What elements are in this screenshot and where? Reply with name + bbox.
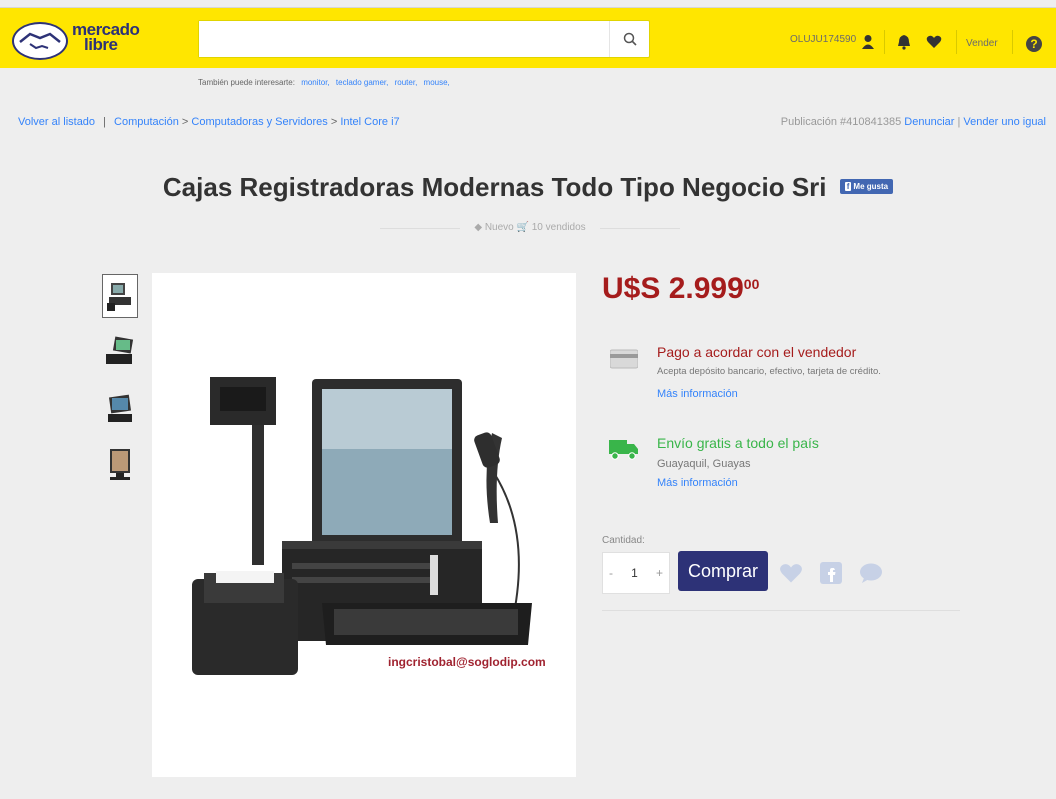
sell-link[interactable]: Vender bbox=[966, 38, 998, 49]
payment-subtitle: Acepta depósito bancario, efectivo, tarj… bbox=[657, 366, 881, 377]
suggestions-label: También puede interesarte: bbox=[198, 78, 295, 87]
kiosk-thumbnail bbox=[110, 449, 130, 480]
breadcrumb-item[interactable]: Intel Core i7 bbox=[340, 116, 399, 128]
pos-terminal-thumbnail bbox=[106, 336, 134, 364]
quantity-increment[interactable]: + bbox=[656, 566, 663, 580]
username: OLUJU174590 bbox=[790, 34, 857, 45]
publication-info: Publicación #410841385 Denunciar | Vende… bbox=[780, 116, 1046, 128]
thumbnail-4[interactable] bbox=[102, 442, 138, 486]
cart-icon: 🛒 bbox=[516, 222, 529, 233]
image-watermark: ingcristobal@soglodip.com bbox=[388, 655, 546, 669]
quantity-value[interactable]: 1 bbox=[631, 566, 638, 580]
user-menu[interactable]: OLUJU174590 bbox=[790, 34, 856, 45]
search-input[interactable] bbox=[199, 21, 609, 57]
heart-icon[interactable] bbox=[778, 560, 804, 586]
back-to-list-link[interactable]: Volver al listado bbox=[18, 116, 95, 128]
heart-icon[interactable] bbox=[924, 32, 944, 52]
product-title: Cajas Registradoras Modernas Todo Tipo N… bbox=[162, 172, 827, 202]
price-cents: 00 bbox=[743, 276, 760, 292]
touch-pos-thumbnail bbox=[108, 394, 132, 422]
mercadolibre-logo[interactable]: mercado libre bbox=[12, 21, 162, 62]
condition-label: Nuevo bbox=[484, 222, 514, 233]
quantity-label: Cantidad: bbox=[602, 535, 645, 546]
payment-title: Pago a acordar con el vendedor bbox=[657, 344, 857, 360]
sell-similar-link[interactable]: Vender uno igual bbox=[963, 116, 1046, 128]
image-thumbnails bbox=[102, 274, 142, 498]
payment-more-info-link[interactable]: Más información bbox=[657, 388, 738, 400]
logo-text: mercado libre bbox=[72, 21, 140, 54]
product-condition: ◆ Nuevo 🛒 10 vendidos bbox=[380, 222, 680, 233]
thumbnail-2[interactable] bbox=[102, 330, 138, 374]
price-main: U$S 2.999 bbox=[602, 272, 744, 305]
shipping-title: Envío gratis a todo el país bbox=[657, 435, 819, 451]
tag-icon: ◆ bbox=[474, 222, 483, 233]
product-main-image[interactable]: ingcristobal@soglodip.com bbox=[152, 273, 576, 777]
quantity-stepper[interactable]: - 1 + bbox=[602, 552, 670, 594]
breadcrumb: Volver al listado | Computación > Comput… bbox=[18, 116, 400, 128]
handshake-icon bbox=[12, 22, 68, 60]
search-icon bbox=[623, 32, 637, 46]
purchase-divider bbox=[602, 610, 960, 611]
help-icon[interactable]: ? bbox=[1026, 36, 1042, 52]
chat-icon[interactable] bbox=[858, 560, 884, 586]
suggestion-link[interactable]: mouse, bbox=[424, 78, 450, 87]
buy-button[interactable]: Comprar bbox=[678, 551, 768, 591]
publication-number: Publicación #410841385 bbox=[780, 116, 902, 128]
quantity-decrement[interactable]: - bbox=[609, 566, 613, 580]
suggestion-link[interactable]: router, bbox=[395, 78, 418, 87]
thumbnail-1[interactable] bbox=[102, 274, 138, 318]
breadcrumb-item[interactable]: Computación bbox=[114, 116, 179, 128]
facebook-icon: f bbox=[844, 181, 852, 191]
thumbnail-3[interactable] bbox=[102, 386, 138, 430]
report-link[interactable]: Denunciar bbox=[904, 116, 954, 128]
pos-system-thumbnail bbox=[107, 283, 131, 311]
logo-line-2: libre bbox=[84, 35, 118, 54]
facebook-like-button[interactable]: f Me gusta bbox=[839, 178, 894, 194]
header-divider bbox=[1012, 30, 1013, 54]
truck-icon bbox=[609, 440, 638, 460]
breadcrumb-item[interactable]: Computadoras y Servidores bbox=[191, 116, 327, 128]
product-price: U$S 2.99900 bbox=[602, 272, 759, 306]
site-header: mercado libre OLUJU174590 Vender ? bbox=[0, 8, 1056, 68]
product-title-row: Cajas Registradoras Modernas Todo Tipo N… bbox=[0, 172, 1056, 203]
search-button[interactable] bbox=[609, 21, 649, 57]
suggestion-link[interactable]: teclado gamer, bbox=[336, 78, 388, 87]
breadcrumb-arrow: > bbox=[330, 116, 338, 128]
bell-icon[interactable] bbox=[894, 32, 914, 52]
browser-top-strip bbox=[0, 0, 1056, 8]
breadcrumb-arrow: > bbox=[181, 116, 189, 128]
like-label: Me gusta bbox=[853, 181, 889, 191]
search-box bbox=[198, 20, 650, 58]
suggestion-link[interactable]: monitor, bbox=[301, 78, 329, 87]
header-divider bbox=[956, 30, 957, 54]
breadcrumb-separator: | bbox=[103, 116, 106, 128]
user-icon[interactable] bbox=[858, 32, 878, 52]
facebook-icon[interactable] bbox=[818, 560, 844, 586]
header-divider bbox=[884, 30, 885, 54]
shipping-more-info-link[interactable]: Más información bbox=[657, 477, 738, 489]
suggestions-bar: También puede interesarte: monitor, tecl… bbox=[198, 78, 450, 87]
sold-count: 10 vendidos bbox=[531, 222, 586, 233]
shipping-location: Guayaquil, Guayas bbox=[657, 458, 751, 470]
pos-system-image bbox=[192, 377, 532, 675]
credit-card-icon bbox=[610, 349, 638, 369]
